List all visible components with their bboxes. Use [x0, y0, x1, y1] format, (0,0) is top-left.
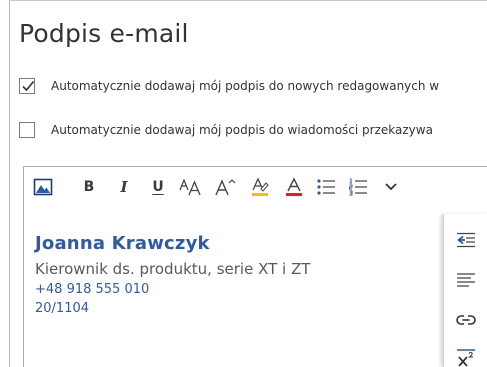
auto-signature-new-label: Automatycznie dodawaj mój podpis do nowy… [51, 79, 440, 93]
toolbar-overflow-menu [443, 214, 487, 367]
bold-button[interactable]: B [78, 175, 100, 199]
checkmark-icon [22, 80, 35, 92]
insert-link-button[interactable] [452, 308, 480, 332]
signature-content[interactable]: Joanna Krawczyk Kierownik ds. produktu, … [35, 233, 310, 316]
signature-role: Kierownik ds. produktu, serie XT i ZT [35, 260, 311, 278]
formatting-toolbar: B I U [24, 167, 487, 207]
bullet-list-icon [317, 179, 335, 195]
link-icon [456, 315, 476, 325]
underline-icon: U [152, 179, 164, 195]
signature-name: Joanna Krawczyk [35, 233, 210, 254]
font-size-icon [179, 178, 201, 196]
align-button[interactable] [452, 268, 480, 292]
picture-icon [33, 178, 53, 196]
bullets-button[interactable] [314, 175, 338, 199]
numbered-list-icon [349, 178, 367, 196]
auto-signature-forward-checkbox[interactable] [19, 122, 35, 138]
font-color-icon [286, 177, 302, 196]
grow-font-icon [215, 179, 236, 196]
grow-font-button[interactable] [213, 175, 237, 199]
signature-room: 20/1104 [35, 301, 90, 316]
auto-signature-forward-label: Automatycznie dodawaj mój podpis do wiad… [51, 123, 433, 137]
italic-button[interactable]: I [113, 175, 135, 199]
highlighter-icon [252, 177, 269, 196]
superscript-button[interactable] [452, 346, 480, 367]
font-size-button[interactable] [178, 175, 206, 199]
decrease-indent-button[interactable] [452, 228, 480, 252]
auto-signature-new-checkbox[interactable] [19, 78, 35, 94]
signature-editor[interactable]: B I U Joanna Krawczyk Kierownik ds. prod… [23, 166, 487, 367]
signature-phone: +48 918 555 010 [35, 282, 150, 297]
auto-signature-new-option[interactable]: Automatycznie dodawaj mój podpis do nowy… [19, 76, 439, 96]
highlight-button[interactable] [247, 175, 273, 199]
underline-button[interactable]: U [147, 175, 169, 199]
bold-icon: B [83, 179, 95, 195]
chevron-down-icon [385, 183, 397, 191]
page-title: Podpis e-mail [19, 19, 189, 48]
italic-icon: I [120, 178, 128, 196]
align-left-icon [457, 273, 475, 287]
font-color-button[interactable] [282, 175, 306, 199]
pane-top-divider [9, 0, 487, 1]
decrease-indent-icon [457, 232, 475, 248]
superscript-icon [457, 349, 475, 367]
numbering-button[interactable] [346, 175, 370, 199]
insert-picture-button[interactable] [30, 175, 56, 199]
more-options-button[interactable] [380, 175, 402, 199]
auto-signature-forward-option[interactable]: Automatycznie dodawaj mój podpis do wiad… [19, 120, 433, 140]
